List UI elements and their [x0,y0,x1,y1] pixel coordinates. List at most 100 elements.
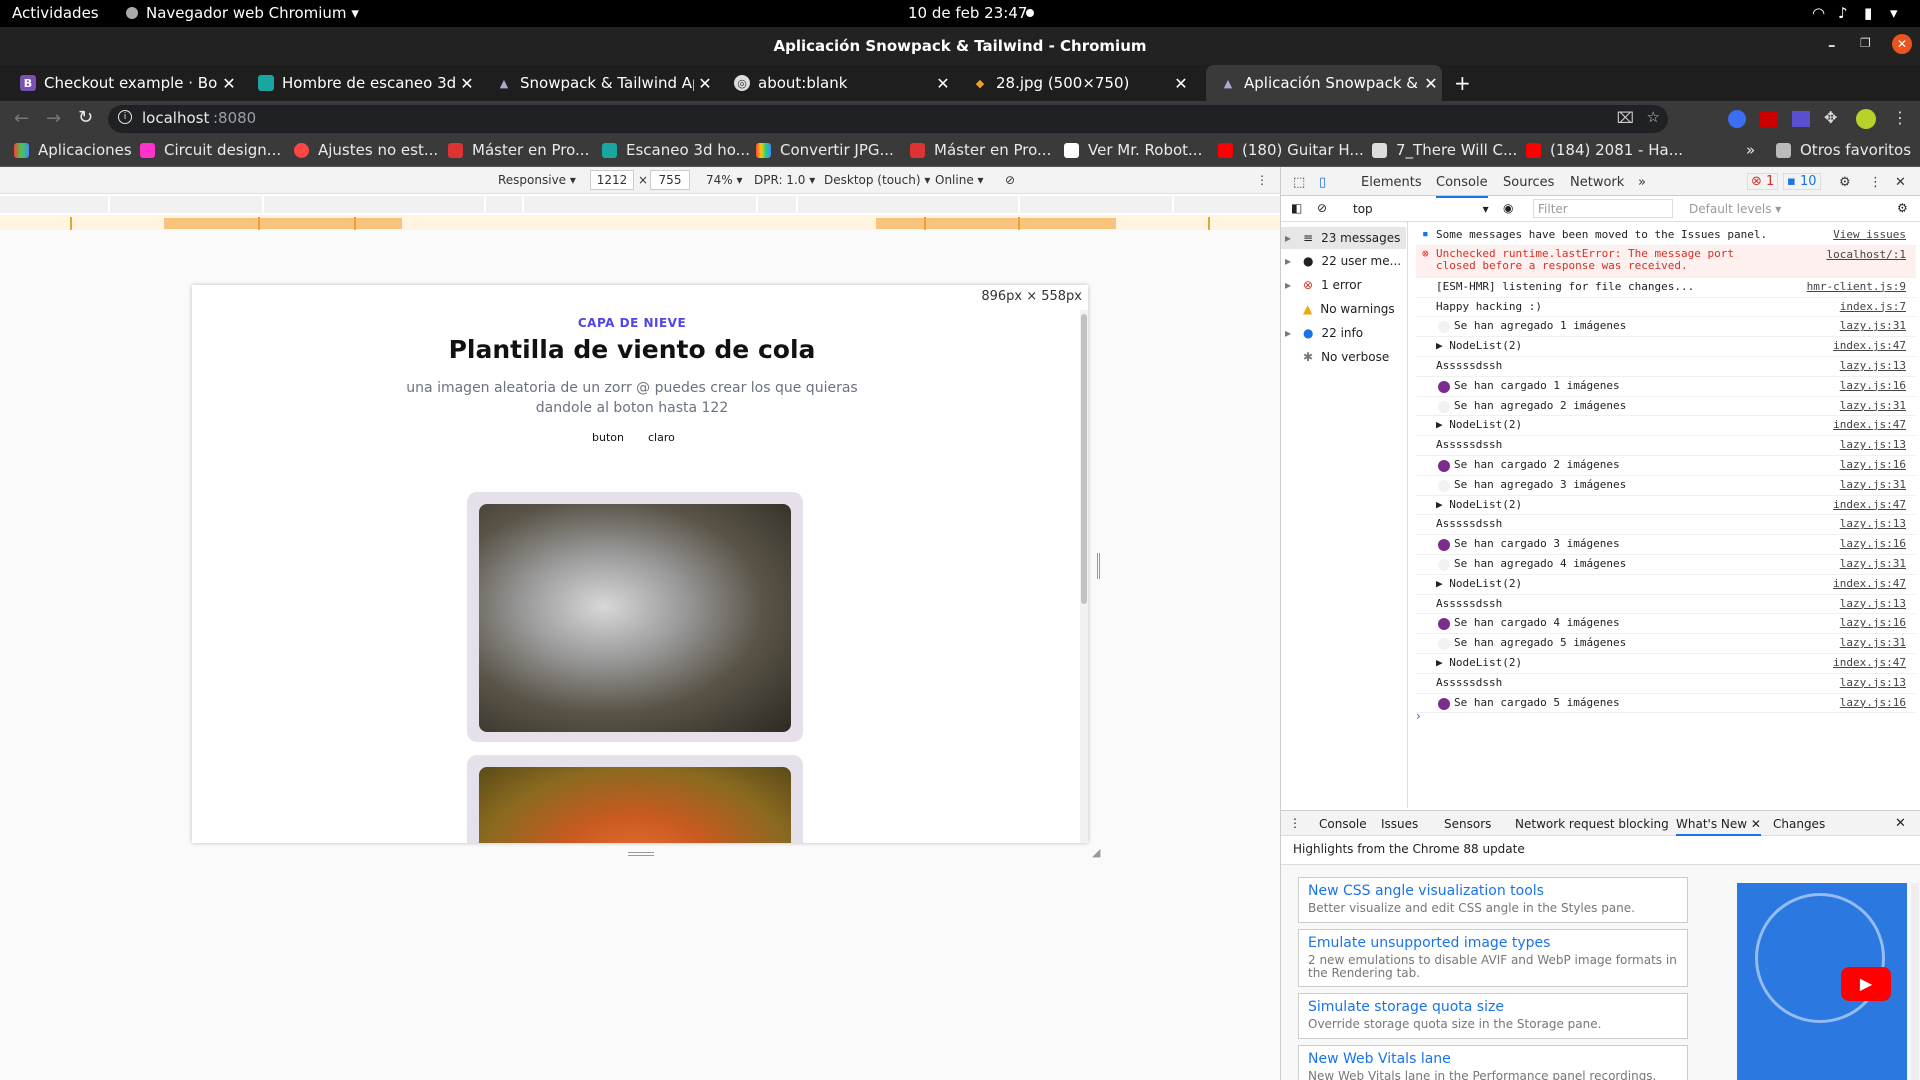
play-icon[interactable]: ▶ [1841,967,1891,1001]
console-log-row[interactable]: ▶ NodeList(2) index.js:47 [1416,575,1916,595]
bookmark-apps[interactable]: Aplicaciones [14,141,132,159]
tab-28-jpg[interactable]: ◆ 28.jpg (500×750) ✕ [958,65,1192,101]
console-source-link[interactable]: index.js:7 [1840,300,1906,313]
sidebar-verbose[interactable]: ✱ No verbose [1281,346,1406,368]
console-log-row[interactable]: Se han agregado 2 imágenes lazy.js:31 [1416,397,1916,417]
bookmark-escaneo-3d[interactable]: Escaneo 3d ho... [602,141,750,159]
console-log-row[interactable]: ▶ NodeList(2) index.js:47 [1416,654,1916,674]
console-log-row[interactable]: Se han agregado 1 imágenes lazy.js:31 [1416,317,1916,338]
drawer-tab-network-blocking[interactable]: Network request blocking [1515,817,1669,831]
close-tab-icon[interactable]: ✕ [456,74,478,93]
console-source-link[interactable]: lazy.js:31 [1840,557,1906,570]
tab-about-blank[interactable]: ◎ about:blank ✕ [720,65,954,101]
drawer-tab-changes[interactable]: Changes [1773,817,1825,831]
wifi-icon[interactable]: ◠ [1812,4,1825,22]
drawer-tab-whats-new[interactable]: What's New ✕ [1676,817,1761,836]
bookmark-guitar[interactable]: (180) Guitar H... [1218,141,1364,159]
whats-new-item[interactable]: Emulate unsupported image types 2 new emu… [1298,929,1688,987]
console-source-link[interactable]: lazy.js:16 [1840,696,1906,709]
console-log-row[interactable]: Asssssdssh lazy.js:13 [1416,595,1916,615]
minimize-button[interactable]: – [1828,36,1836,54]
rotate-icon[interactable]: ⊘ [1005,173,1015,187]
close-drawer-icon[interactable]: ✕ [1895,816,1906,831]
media-query-bar[interactable] [0,215,1280,230]
bookmark-circuit-design[interactable]: Circuit design... [140,141,281,159]
console-log-row[interactable]: Se han cargado 5 imágenes lazy.js:16 [1416,694,1916,714]
console-source-link[interactable]: index.js:47 [1833,656,1906,669]
tab-snowpack-tailwind[interactable]: ▲ Snowpack & Tailwind App ✕ [482,65,716,101]
tab-hombre-escaneo[interactable]: Hombre de escaneo 3d 1 ✕ [244,65,478,101]
whats-new-item[interactable]: Simulate storage quota size Override stor… [1298,993,1688,1039]
tab-elements[interactable]: Elements [1361,175,1422,190]
tab-aplicacion-snowpack[interactable]: ▲Aplicación Snowpack & Tailwind✕ [1206,65,1442,101]
console-log-row[interactable]: Asssssdssh lazy.js:13 [1416,357,1916,377]
console-log-row[interactable]: ▪ Some messages have been moved to the Is… [1416,226,1916,246]
bookmark-mr-robot[interactable]: Ver Mr. Robot... [1064,141,1202,159]
resize-handle-right[interactable] [1097,553,1100,579]
maximize-button[interactable]: ❐ [1860,36,1871,50]
console-source-link[interactable]: lazy.js:31 [1840,399,1906,412]
info-icon[interactable]: i [118,110,132,124]
viewport-height-input[interactable]: 755 [650,170,690,190]
volume-icon[interactable]: ♪ [1838,4,1848,22]
bookmark-convertir-jpg[interactable]: Convertir JPG... [756,141,894,159]
console-log-row[interactable]: Se han agregado 4 imágenes lazy.js:31 [1416,555,1916,575]
sidebar-messages[interactable]: ▸ ≡ 23 messages [1281,227,1406,249]
reload-button[interactable]: ↻ [78,107,93,128]
console-source-link[interactable]: index.js:47 [1833,498,1906,511]
viewport-width-input[interactable]: 1212 [590,170,634,190]
console-source-link[interactable]: lazy.js:13 [1840,438,1906,451]
drawer-tab-console[interactable]: Console [1319,817,1367,831]
close-devtools-icon[interactable]: ✕ [1895,175,1906,190]
sidebar-toggle-icon[interactable]: ◧ [1291,201,1302,215]
whats-new-item[interactable]: New Web Vitals lane New Web Vitals lane i… [1298,1045,1688,1080]
zoom-select[interactable]: 74% ▾ [706,173,743,187]
device-type-select[interactable]: Desktop (touch) ▾ [824,173,930,187]
sidebar-user-messages[interactable]: ▸ ● 22 user me... [1281,250,1406,272]
extension-red-icon[interactable] [1760,111,1778,127]
browser-menu-icon[interactable]: ⋮ [1892,108,1908,127]
new-tab-button[interactable]: + [1454,71,1471,95]
console-error-row[interactable]: ⊗ Unchecked runtime.lastError: The messag… [1416,245,1916,278]
activities-button[interactable]: Actividades [12,4,99,22]
console-log-row[interactable]: Se han cargado 2 imágenes lazy.js:16 [1416,456,1916,476]
log-levels-select[interactable]: Default levels ▾ [1689,202,1781,216]
console-log-row[interactable]: Asssssdssh lazy.js:13 [1416,515,1916,536]
console-log-row[interactable]: Se han cargado 3 imágenes lazy.js:16 [1416,535,1916,555]
extension-purple-icon[interactable] [1792,111,1810,127]
issue-count-badge[interactable]: ▪ 10 [1783,173,1821,190]
close-tab-icon[interactable]: ✕ [694,74,716,93]
translate-icon[interactable]: ⌧ [1617,109,1634,127]
tab-checkout-example[interactable]: BCheckout example · Bootstrap✕ [6,65,240,101]
error-count-badge[interactable]: ⊗ 1 [1747,173,1779,190]
console-source-link[interactable]: localhost/:1 [1827,248,1906,261]
console-log-row[interactable]: Se han cargado 1 imágenes lazy.js:16 [1416,377,1916,397]
sidebar-info[interactable]: ▸ ● 22 info [1281,322,1406,344]
console-source-link[interactable]: lazy.js:16 [1840,458,1906,471]
resize-handle-corner[interactable]: ◢ [1092,846,1100,859]
console-source-link[interactable]: View issues [1833,228,1906,241]
address-bar[interactable]: i localhost:8080 ⌧ ☆ [108,105,1668,133]
clear-console-icon[interactable]: ⊘ [1317,201,1327,215]
device-more-icon[interactable]: ⋮ [1256,173,1268,187]
whats-new-scrollbar[interactable] [1911,883,1919,1080]
tab-network[interactable]: Network [1570,175,1624,190]
console-source-link[interactable]: lazy.js:16 [1840,537,1906,550]
console-log-row[interactable]: ▶ NodeList(2) index.js:47 [1416,416,1916,437]
tab-console[interactable]: Console [1436,175,1488,198]
console-log-row[interactable]: Asssssdssh lazy.js:13 [1416,674,1916,694]
whats-new-item[interactable]: New CSS angle visualization tools Better … [1298,877,1688,923]
bookmark-otros-favoritos[interactable]: Otros favoritos [1776,141,1911,159]
console-log-row[interactable]: [ESM-HMR] listening for file changes... h… [1416,278,1916,298]
console-source-link[interactable]: lazy.js:16 [1840,379,1906,392]
drawer-tab-sensors[interactable]: Sensors [1444,817,1491,831]
console-log-row[interactable]: Se han agregado 5 imágenes lazy.js:31 [1416,634,1916,654]
app-menu[interactable]: Navegador web Chromium ▾ [126,4,359,22]
console-source-link[interactable]: index.js:47 [1833,418,1906,431]
console-settings-icon[interactable]: ⚙ [1897,201,1908,215]
chrome-88-video-thumbnail[interactable]: ▶ [1737,883,1907,1080]
console-log-row[interactable]: Happy hacking :) index.js:7 [1416,298,1916,318]
dpr-select[interactable]: DPR: 1.0 ▾ [754,173,815,187]
console-source-link[interactable]: index.js:47 [1833,577,1906,590]
devtools-menu-icon[interactable]: ⋮ [1869,175,1882,190]
